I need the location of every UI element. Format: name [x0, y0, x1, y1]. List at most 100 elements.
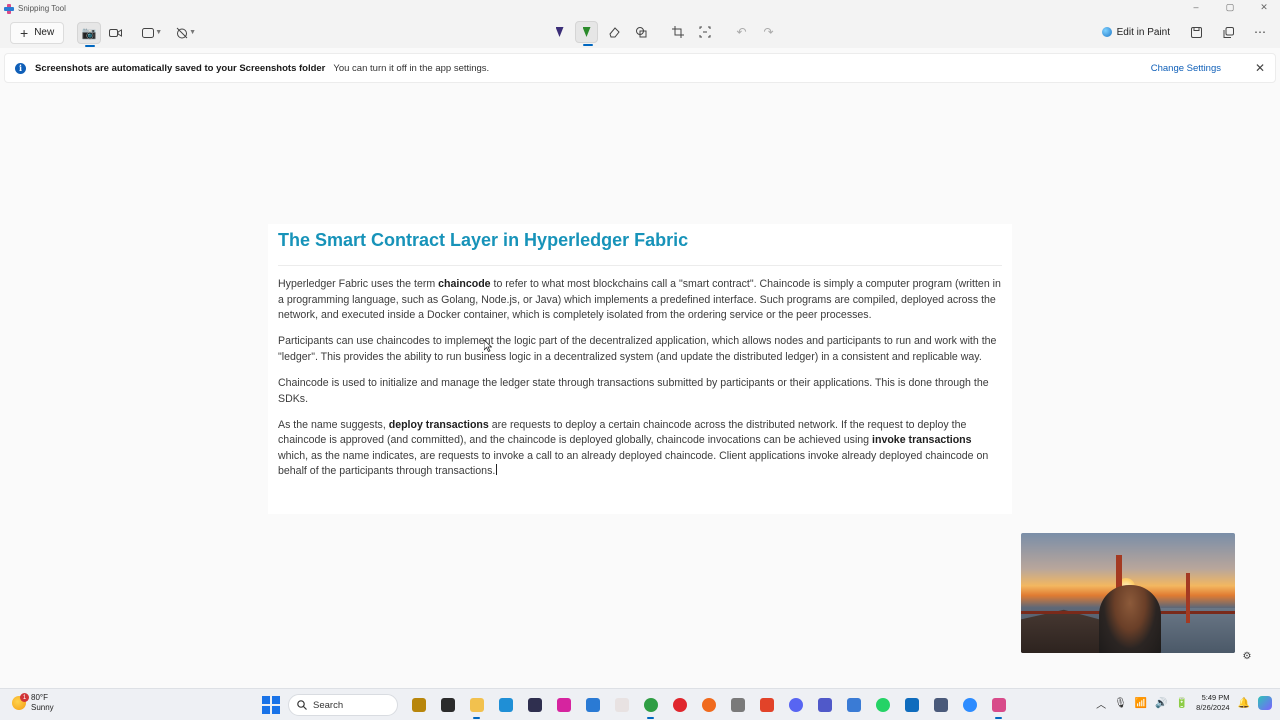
window-controls: – ▢ ✕	[1190, 2, 1270, 13]
terminal-icon	[440, 698, 455, 712]
zoom-app[interactable]	[957, 694, 982, 716]
chrome-icon	[643, 698, 658, 712]
store-app[interactable]	[580, 694, 605, 716]
copy-button[interactable]	[1216, 21, 1240, 43]
teams-app[interactable]	[812, 694, 837, 716]
copilot-icon	[846, 698, 861, 712]
copilot-app[interactable]	[841, 694, 866, 716]
gitlab-icon	[759, 698, 774, 712]
instagram-icon	[556, 698, 571, 712]
webcam-overlay	[1021, 533, 1235, 653]
text-caret	[496, 464, 498, 476]
maximize-button[interactable]: ▢	[1224, 2, 1236, 13]
markup-tools: ↶ ↷	[548, 21, 780, 46]
notification-badge: 1	[20, 693, 29, 702]
weather-widget[interactable]: 1 80°F Sunny	[12, 693, 54, 713]
phone-app[interactable]	[522, 694, 547, 716]
copy-icon	[1223, 26, 1234, 38]
snip-shape-dropdown[interactable]: ▼	[142, 27, 163, 38]
copilot-tray-icon[interactable]	[1258, 696, 1272, 710]
taskbar: 1 80°F Sunny Search ︿ 🎙 📶 🔊 🔋 5:49 PM 8/…	[0, 688, 1280, 720]
snipping-tool-icon	[4, 3, 14, 14]
crop-button[interactable]	[666, 21, 689, 43]
shapes-button[interactable]	[629, 21, 652, 43]
battery-icon[interactable]: 🔋	[1176, 698, 1188, 709]
folder-icon	[469, 698, 484, 712]
toolbar: + New 📷 ▼ ▼ ↶ ↷ Edit in Paint ⋯	[0, 17, 1280, 48]
text-actions-button[interactable]	[693, 21, 716, 43]
chevron-down-icon: ▼	[155, 29, 163, 36]
more-options-button[interactable]: ⋯	[1248, 21, 1272, 43]
bold-term: chaincode	[438, 278, 491, 290]
save-button[interactable]	[1184, 21, 1208, 43]
terminal-app[interactable]	[435, 694, 460, 716]
acrobat-app[interactable]	[609, 694, 634, 716]
chevron-up-icon[interactable]: ︿	[1096, 696, 1106, 711]
chevron-down-icon: ▼	[189, 29, 197, 36]
snipping-tool-app[interactable]	[986, 694, 1011, 719]
video-mode-button[interactable]	[103, 22, 127, 44]
new-button[interactable]: + New	[10, 21, 65, 44]
separator	[656, 21, 662, 43]
notification-bell-icon[interactable]: 🔔	[1238, 698, 1250, 709]
windows-start-icon[interactable]	[262, 696, 280, 714]
close-icon[interactable]: ✕	[1255, 61, 1265, 75]
store-icon	[585, 698, 600, 712]
info-bar: i Screenshots are automatically saved to…	[4, 53, 1276, 83]
presenter	[1099, 585, 1161, 653]
volume-icon[interactable]: 🔊	[1155, 698, 1167, 709]
outlook-icon	[904, 698, 919, 712]
more-icon: ⋯	[1254, 25, 1266, 39]
undo-button[interactable]: ↶	[730, 21, 753, 43]
wifi-icon[interactable]: 📶	[1135, 698, 1147, 709]
change-settings-link[interactable]: Change Settings	[1151, 63, 1221, 74]
text: which, as the name indicates, are reques…	[278, 449, 989, 478]
time: 5:49 PM	[1201, 693, 1230, 702]
window-title: Snipping Tool	[18, 4, 66, 13]
highlighter-button[interactable]	[575, 21, 598, 46]
undo-icon: ↶	[736, 25, 747, 39]
redo-button[interactable]: ↷	[757, 21, 780, 43]
feedback-icon[interactable]: ⚙	[1238, 648, 1256, 664]
close-window-button[interactable]: ✕	[1258, 2, 1270, 13]
file-explorer-app[interactable]	[406, 694, 431, 716]
opera-app[interactable]	[667, 694, 692, 716]
firefox-app[interactable]	[696, 694, 721, 716]
timer-off-icon	[176, 27, 188, 38]
photos-app[interactable]	[725, 694, 750, 716]
settings-app-app[interactable]	[928, 694, 953, 716]
info-message: You can turn it off in the app settings.	[333, 62, 490, 74]
phone-icon	[527, 698, 542, 712]
file-explorer-icon	[411, 698, 426, 712]
sun-icon: 1	[12, 693, 29, 710]
folder-app[interactable]	[464, 694, 489, 719]
taskbar-apps: Search	[262, 694, 1011, 719]
chrome-app[interactable]	[638, 694, 663, 719]
outlook-app[interactable]	[899, 694, 924, 716]
edit-in-paint-button[interactable]: Edit in Paint	[1096, 21, 1176, 43]
whatsapp-app[interactable]	[870, 694, 895, 716]
paragraph: Chaincode is used to initialize and mana…	[278, 376, 989, 405]
taskbar-search[interactable]: Search	[288, 694, 398, 716]
gitlab-app[interactable]	[754, 694, 779, 716]
snipping-tool-icon	[991, 698, 1006, 712]
pen-icon	[555, 27, 564, 37]
new-button-label: New	[34, 27, 55, 38]
delay-dropdown[interactable]: ▼	[176, 27, 196, 39]
text: As the name suggests,	[278, 418, 389, 431]
edge-app[interactable]	[493, 694, 518, 716]
microphone-icon[interactable]: 🎙	[1114, 698, 1127, 709]
minimize-button[interactable]: –	[1190, 2, 1202, 13]
eraser-button[interactable]	[602, 21, 625, 43]
rectangle-snip-icon	[142, 27, 155, 38]
screenshot-mode-button[interactable]: 📷	[77, 21, 102, 47]
text: Hyperledger Fabric uses the term	[278, 278, 439, 290]
firefox-icon	[701, 698, 716, 712]
clock[interactable]: 5:49 PM 8/26/2024	[1196, 693, 1229, 713]
capture-mode-group: 📷	[76, 21, 128, 47]
info-title: Screenshots are automatically saved to y…	[35, 62, 326, 74]
paint-icon	[1101, 27, 1112, 37]
instagram-app[interactable]	[551, 694, 576, 716]
ballpoint-pen-button[interactable]	[548, 21, 571, 43]
discord-app[interactable]	[783, 694, 808, 716]
